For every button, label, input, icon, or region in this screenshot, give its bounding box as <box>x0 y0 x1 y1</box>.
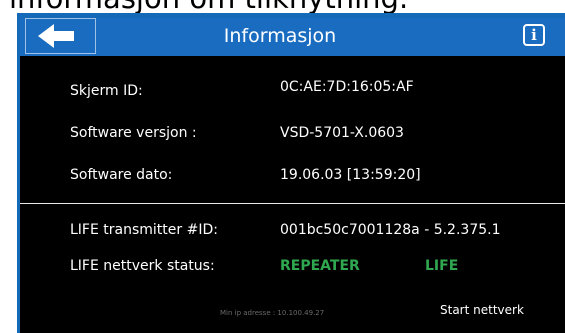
life-transmitter-value: 001bc50c7001128a - 5.2.375.1 <box>280 222 501 238</box>
page: informasjon om tilknytning. Informasjon … <box>0 0 565 333</box>
back-button[interactable] <box>25 18 96 54</box>
ip-address-text: Min ip adresse : 10.100.49.27 <box>220 309 325 317</box>
page-title: Informasjon <box>223 25 337 47</box>
software-date-value: 19.06.03 [13:59:20] <box>280 167 421 183</box>
arrow-left-icon <box>38 24 74 48</box>
status-repeater: REPEATER <box>280 258 360 274</box>
software-date-label: Software dato: <box>70 167 173 183</box>
software-version-value: VSD-5701-X.0603 <box>280 125 404 141</box>
status-life: LIFE <box>425 258 459 274</box>
life-network-status-label: LIFE nettverk status: <box>70 258 215 274</box>
start-network-button[interactable]: Start nettverk <box>440 303 524 317</box>
device-frame: Informasjon i Skjerm ID: 0C:AE:7D:16:05:… <box>17 13 565 333</box>
title-bar: Informasjon i <box>20 18 565 56</box>
screen-id-label: Skjerm ID: <box>70 83 143 99</box>
software-version-label: Software versjon : <box>70 125 197 141</box>
divider <box>20 203 565 204</box>
life-transmitter-label: LIFE transmitter #ID: <box>70 222 218 238</box>
page-caption: informasjon om tilknytning. <box>9 0 408 13</box>
info-icon: i <box>531 26 537 44</box>
info-button[interactable]: i <box>523 24 545 46</box>
screen-id-value: 0C:AE:7D:16:05:AF <box>280 79 414 95</box>
device-screen: Informasjon i Skjerm ID: 0C:AE:7D:16:05:… <box>20 18 565 333</box>
